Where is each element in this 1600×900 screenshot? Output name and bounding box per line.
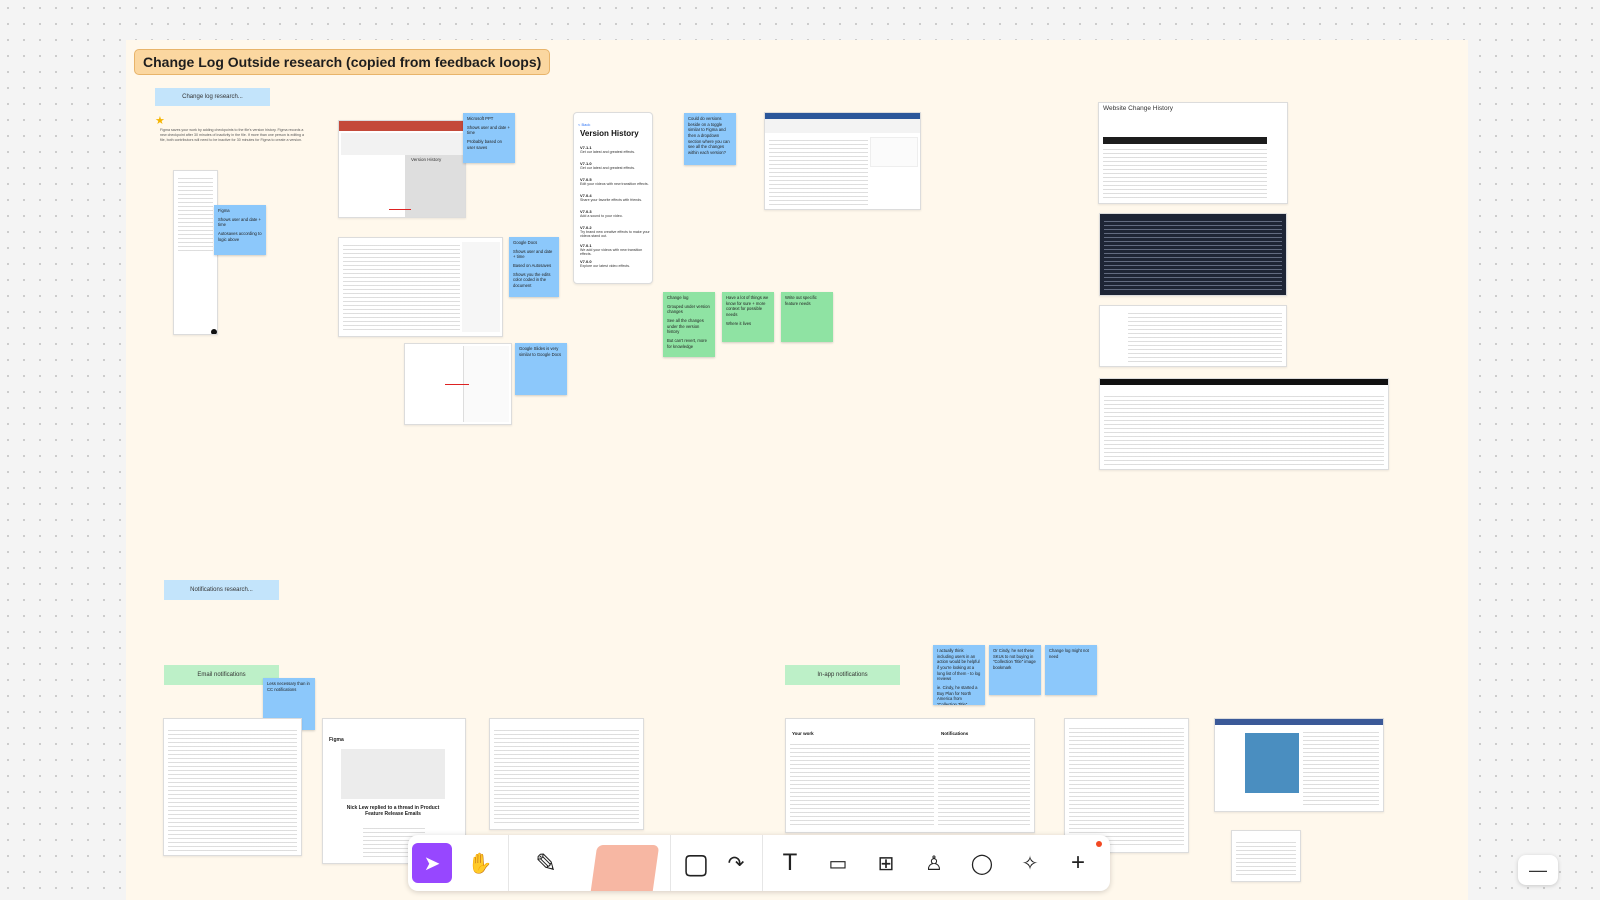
version-history-title: Version History bbox=[580, 129, 639, 138]
jira-notifications-screenshot[interactable]: Your work Notifications bbox=[785, 718, 1035, 833]
ppt-ribbon bbox=[341, 133, 463, 155]
sticky-context-needs[interactable]: Have a lot of things we know for sure + … bbox=[722, 292, 774, 342]
sticky-versions-beside[interactable]: Could do versions beside on a toggle sim… bbox=[684, 113, 736, 165]
facebook-notifications-screenshot[interactable] bbox=[1214, 718, 1384, 812]
version-entry: V7.0.4 Share your favorite effects with f… bbox=[580, 193, 643, 202]
sticky-change-log[interactable]: Change log Grouped under version changes S… bbox=[663, 292, 715, 357]
stamp-tool-icon[interactable]: ♙ bbox=[914, 843, 954, 883]
email-reply-title: Nick Lew replied to a thread in Product … bbox=[346, 805, 440, 818]
sticky-google-slides[interactable]: Google Slides is very similar to Google … bbox=[515, 343, 567, 395]
version-entry: V7.0.2 Try brand new creative effects to … bbox=[580, 225, 650, 238]
section-title[interactable]: Change Log Outside research (copied from… bbox=[134, 49, 551, 75]
version-entry: V7.1.0 Get our latest and greatest effect… bbox=[580, 161, 636, 170]
shape-tool-icon[interactable]: ▢ bbox=[676, 843, 716, 883]
website-change-history-screenshot[interactable]: Website Change History bbox=[1098, 102, 1288, 204]
ppt-version-panel: Version History bbox=[405, 155, 465, 217]
notification-popup-screenshot[interactable] bbox=[1231, 830, 1301, 882]
google-docs-screenshot[interactable] bbox=[338, 237, 503, 337]
version-entry: V7.0.1 We add your videos with new transi… bbox=[580, 243, 643, 256]
section-tool-icon[interactable]: ▭ bbox=[818, 843, 858, 883]
version-entry: V7.1.1 Get our latest and greatest effect… bbox=[580, 145, 636, 154]
table-changelog-screenshot[interactable] bbox=[1099, 305, 1287, 367]
figma-autosave-note[interactable]: Figma saves your work by adding checkpoi… bbox=[160, 128, 308, 143]
ppt-version-screenshot[interactable]: Version History bbox=[338, 120, 466, 218]
history-table-header bbox=[1103, 137, 1267, 144]
star-icon: ★ bbox=[155, 115, 165, 127]
sticky-figma[interactable]: Figma Shows user and date + time Autosaves… bbox=[214, 205, 266, 255]
sticky-feature-needs[interactable]: Write out specific feature needs bbox=[781, 292, 833, 342]
ppt-title-bar bbox=[339, 121, 465, 131]
connector-tool-icon[interactable]: ↷ bbox=[716, 843, 756, 883]
highlighter-tool-icon[interactable] bbox=[590, 845, 660, 891]
bottom-toolbar: ➤ ✋ ✎ ▢ ↷ T ▭ ⊞ ♙ ◯ ✧ + bbox=[408, 835, 1110, 891]
activity-feed-screenshot[interactable] bbox=[1064, 718, 1189, 853]
back-link[interactable]: < Back bbox=[578, 122, 590, 127]
spreadsheet-header bbox=[1100, 379, 1388, 385]
inapp-notifications-label[interactable]: In-app notifications bbox=[785, 665, 900, 685]
cursor-dot bbox=[211, 329, 217, 334]
text-tool-icon[interactable]: T bbox=[770, 843, 810, 883]
notifications-research-label[interactable]: Notifications research... bbox=[164, 580, 279, 600]
version-entry: V7.0.3 Add a sound to your video. bbox=[580, 209, 623, 218]
facebook-header-bar bbox=[1215, 719, 1383, 725]
sticky-inapp-skus[interactable]: Or Cindy, he set these SKUs to not buyin… bbox=[989, 645, 1041, 695]
red-arrow bbox=[445, 384, 469, 385]
change-log-research-label[interactable]: Change log research... bbox=[155, 88, 270, 106]
ai-tool-icon[interactable]: ✧ bbox=[1010, 843, 1050, 883]
email-preview-image bbox=[341, 749, 445, 799]
notifications-heading: Notifications bbox=[941, 731, 969, 736]
figma-version-screenshot[interactable] bbox=[173, 170, 218, 335]
your-work-heading: Your work bbox=[792, 731, 814, 736]
word-track-changes-screenshot[interactable] bbox=[764, 112, 921, 210]
slides-version-panel bbox=[463, 346, 509, 422]
sticky-google-docs[interactable]: Google Docs Shows user and date + time Bas… bbox=[509, 237, 559, 297]
version-entry: V7.0.5 Edit your videos with new transiti… bbox=[580, 177, 649, 186]
phone-version-history-screenshot[interactable]: < Back Version History V7.1.1 Get our lat… bbox=[573, 112, 653, 284]
sticky-inapp-changelog[interactable]: Change log might not need bbox=[1045, 645, 1097, 695]
docs-version-panel bbox=[462, 242, 500, 332]
google-email-screenshot[interactable] bbox=[489, 718, 644, 830]
more-tool-icon[interactable]: + bbox=[1058, 843, 1098, 883]
move-tool-icon[interactable]: ➤ bbox=[412, 843, 452, 883]
google-slides-screenshot[interactable] bbox=[404, 343, 512, 425]
figma-email-brand: Figma bbox=[329, 737, 344, 743]
dark-changelog-screenshot[interactable] bbox=[1099, 213, 1287, 296]
sticky-inapp-users[interactable]: I actually think including users in an a… bbox=[933, 645, 985, 705]
feed-image bbox=[1245, 733, 1299, 793]
hand-tool-icon[interactable]: ✋ bbox=[460, 843, 500, 883]
website-change-history-title: Website Change History bbox=[1103, 105, 1173, 112]
notification-dot bbox=[1096, 841, 1102, 847]
email-notifications-label[interactable]: Email notifications bbox=[164, 665, 279, 685]
ppt-panel-title: Version History bbox=[411, 157, 442, 162]
sticky-microsoft[interactable]: Microsoft PPT Shows user and date + time P… bbox=[463, 113, 515, 163]
spreadsheet-changelog-screenshot[interactable] bbox=[1099, 378, 1389, 470]
version-entry: V7.0.0 Explore our latest video effects. bbox=[580, 259, 631, 268]
table-tool-icon[interactable]: ⊞ bbox=[866, 843, 906, 883]
red-arrow bbox=[389, 209, 411, 210]
comment-tool-icon[interactable]: ◯ bbox=[962, 843, 1002, 883]
word-ribbon bbox=[765, 119, 920, 133]
word-comments-panel bbox=[870, 137, 918, 167]
confluence-email-screenshot[interactable] bbox=[163, 718, 302, 856]
zoom-out-button[interactable]: — bbox=[1518, 855, 1558, 885]
marker-tool-icon[interactable]: ✎ bbox=[526, 843, 566, 883]
